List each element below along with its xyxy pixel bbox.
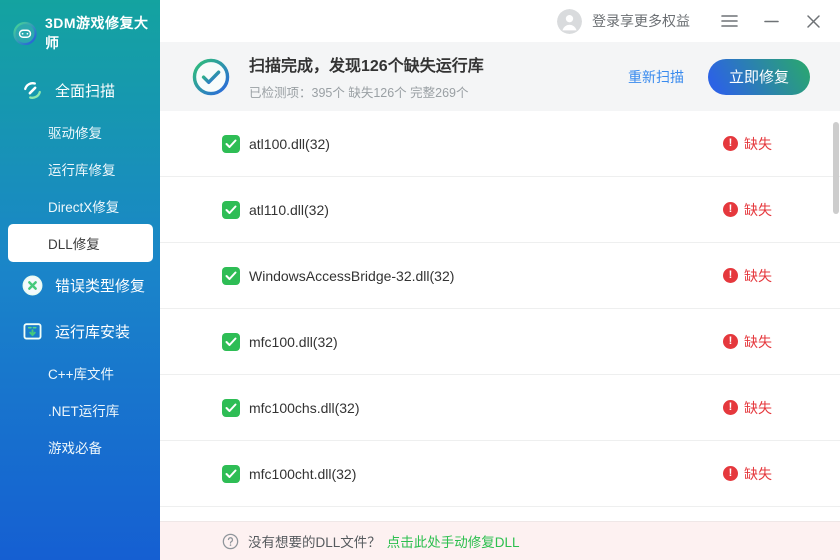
rescan-link[interactable]: 重新扫描 — [628, 67, 684, 87]
status-badge: ! 缺失 — [723, 200, 772, 220]
sidebar-item-label: 游戏必备 — [48, 440, 102, 456]
banner-actions: 重新扫描 立即修复 — [628, 58, 810, 95]
app-title: 3DM游戏修复大师 — [45, 15, 149, 51]
sidebar-item-full-scan[interactable]: 全面扫描 — [0, 67, 160, 113]
close-icon[interactable] — [804, 12, 822, 30]
status-label: 缺失 — [744, 333, 772, 350]
x-circle-icon — [20, 273, 44, 297]
scan-summary-texts: 扫描完成，发现126个缺失运行库 已检测项：395个 缺失126个 完整269个 — [249, 52, 484, 101]
manual-repair-footer: 没有想要的DLL文件？ 点击此处手动修复DLL — [160, 521, 840, 560]
sidebar-item-runtime-install[interactable]: 运行库安装 — [0, 308, 160, 354]
exclamation-icon: ! — [723, 202, 738, 217]
table-row: WindowsAccessBridge-32.dll(32) ! 缺失 — [160, 243, 840, 309]
scan-wrench-icon — [20, 78, 44, 102]
exclamation-icon: ! — [723, 400, 738, 415]
sidebar-item-label: .NET运行库 — [48, 403, 120, 419]
dll-name: mfc100.dll(32) — [249, 333, 338, 350]
status-label: 缺失 — [744, 267, 772, 284]
status-badge: ! 缺失 — [723, 464, 772, 484]
sidebar-nav: 全面扫描 驱动修复 运行库修复 DirectX修复 DLL修复 错误类型修复 运… — [0, 67, 160, 465]
status-badge: ! 缺失 — [723, 398, 772, 418]
table-row: atl100.dll(32) ! 缺失 — [160, 111, 840, 177]
sidebar-item-dotnet-runtime[interactable]: .NET运行库 — [0, 391, 160, 428]
sidebar-item-dll-repair[interactable]: DLL修复 — [8, 224, 153, 262]
row-checkbox[interactable] — [222, 266, 240, 285]
sidebar-item-game-essentials[interactable]: 游戏必备 — [0, 428, 160, 465]
sidebar-item-runtime-repair[interactable]: 运行库修复 — [0, 150, 160, 187]
sidebar-item-label: DLL修复 — [48, 237, 100, 252]
install-window-icon — [20, 319, 44, 343]
dll-name: WindowsAccessBridge-32.dll(32) — [249, 267, 455, 284]
dll-name: mfc100chs.dll(32) — [249, 399, 360, 416]
scan-summary-banner: 扫描完成，发现126个缺失运行库 已检测项：395个 缺失126个 完整269个… — [160, 42, 840, 111]
table-row: mfc100chs.dll(32) ! 缺失 — [160, 375, 840, 441]
exclamation-icon: ! — [723, 268, 738, 283]
footer-question-text: 没有想要的DLL文件？ — [248, 535, 381, 550]
table-row: mfc100cht.dll(32) ! 缺失 — [160, 441, 840, 507]
row-checkbox[interactable] — [222, 134, 240, 153]
sidebar-item-driver-repair[interactable]: 驱动修复 — [0, 113, 160, 150]
sidebar-item-directx-repair[interactable]: DirectX修复 — [0, 187, 160, 224]
login-link[interactable]: 登录享更多权益 — [592, 11, 690, 31]
dll-name: atl110.dll(32) — [249, 201, 329, 218]
sidebar-item-label: 错误类型修复 — [55, 277, 146, 295]
status-label: 缺失 — [744, 465, 772, 482]
app-logo-row: 3DM游戏修复大师 — [0, 0, 160, 53]
scan-result-detail: 已检测项：395个 缺失126个 完整269个 — [249, 86, 469, 100]
status-badge: ! 缺失 — [723, 332, 772, 352]
sidebar-item-label: DirectX修复 — [48, 199, 120, 215]
titlebar: 登录享更多权益 — [160, 0, 840, 42]
scrollbar-thumb[interactable] — [833, 122, 839, 214]
row-checkbox[interactable] — [222, 398, 240, 417]
exclamation-icon: ! — [723, 334, 738, 349]
app-logo-icon — [13, 21, 37, 45]
status-badge: ! 缺失 — [723, 266, 772, 286]
row-checkbox[interactable] — [222, 200, 240, 219]
app-window: 3DM游戏修复大师 全面扫描 驱动修复 运行库修复 DirectX修复 DLL修… — [0, 0, 840, 560]
dll-name: atl100.dll(32) — [249, 135, 330, 152]
status-label: 缺失 — [744, 201, 772, 218]
table-row: atl110.dll(32) ! 缺失 — [160, 177, 840, 243]
question-icon — [222, 533, 239, 550]
exclamation-icon: ! — [723, 136, 738, 151]
row-checkbox[interactable] — [222, 332, 240, 351]
status-label: 缺失 — [744, 399, 772, 416]
main-area: 登录享更多权益 扫描完成，发现126个缺失运行库 已检测项：395个 缺失126… — [160, 0, 840, 560]
scrollbar-track[interactable] — [832, 111, 840, 521]
avatar[interactable] — [557, 8, 582, 34]
sidebar-item-label: 全面扫描 — [55, 82, 116, 100]
status-badge: ! 缺失 — [723, 134, 772, 154]
sidebar-item-cpp-libs[interactable]: C++库文件 — [0, 354, 160, 391]
fix-now-button[interactable]: 立即修复 — [708, 58, 810, 95]
minimize-icon[interactable] — [762, 12, 780, 30]
sidebar: 3DM游戏修复大师 全面扫描 驱动修复 运行库修复 DirectX修复 DLL修… — [0, 0, 160, 560]
sidebar-item-label: C++库文件 — [48, 366, 115, 382]
exclamation-icon: ! — [723, 466, 738, 481]
menu-icon[interactable] — [720, 12, 738, 30]
scan-result-title: 扫描完成，发现126个缺失运行库 — [249, 58, 484, 75]
scan-complete-icon — [192, 58, 230, 96]
sidebar-item-error-type-repair[interactable]: 错误类型修复 — [0, 262, 160, 308]
row-checkbox[interactable] — [222, 464, 240, 483]
sidebar-item-label: 运行库修复 — [48, 162, 116, 178]
dll-list: atl100.dll(32) ! 缺失 atl110.dll(32) ! 缺失 — [160, 111, 840, 521]
dll-name: mfc100cht.dll(32) — [249, 465, 357, 482]
manual-repair-link[interactable]: 点击此处手动修复DLL — [387, 531, 520, 551]
status-label: 缺失 — [744, 135, 772, 152]
table-row: mfc100.dll(32) ! 缺失 — [160, 309, 840, 375]
sidebar-item-label: 驱动修复 — [48, 125, 102, 141]
sidebar-item-label: 运行库安装 — [55, 323, 131, 341]
